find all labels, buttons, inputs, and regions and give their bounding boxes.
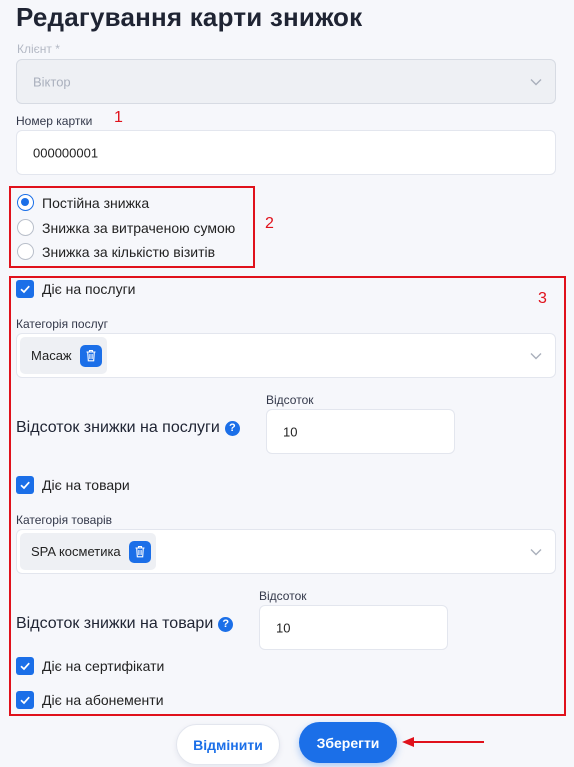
goods-percent-label: Відсоток [259,589,307,603]
chevron-down-icon [530,548,542,555]
client-label: Клієнт * [17,42,60,56]
goods-checkbox[interactable]: Діє на товари [16,476,130,494]
radio-permanent-label: Постійна знижка [42,194,150,211]
services-chip-label: Масаж [31,348,72,363]
goods-percent-input[interactable]: 10 [259,605,448,650]
radio-by-visits[interactable]: Знижка за кількістю візитів [17,243,215,260]
goods-percent-title: Відсоток знижки на товари ? [16,615,234,633]
services-checkbox-label: Діє на послуги [42,281,136,297]
annotation-2: 2 [265,215,274,232]
cancel-button[interactable]: Відмінити [176,724,280,765]
arrow-left-icon [402,737,484,747]
certificates-checkbox-label: Діє на сертифікати [42,658,165,674]
radio-permanent[interactable]: Постійна знижка [17,194,149,211]
goods-percent-title-text: Відсоток знижки на товари [16,615,214,632]
card-number-value: 000000001 [33,145,99,160]
services-percent-value: 10 [283,424,298,439]
card-number-input[interactable]: 000000001 [16,130,556,175]
chevron-down-icon [530,352,542,359]
page-title: Редагування карти знижок [16,2,363,32]
annotation-3: 3 [538,290,547,307]
services-checkbox[interactable]: Діє на послуги [16,280,136,298]
check-icon [20,285,30,294]
goods-checkbox-control[interactable] [16,476,34,494]
client-select[interactable]: Віктор [16,59,556,104]
radio-by-visits-control[interactable] [17,243,34,260]
subscriptions-checkbox[interactable]: Діє на абонементи [16,691,164,709]
question-icon[interactable]: ? [224,420,240,436]
radio-permanent-control[interactable] [17,194,34,211]
certificates-checkbox-control[interactable] [16,657,34,675]
trash-icon[interactable] [79,344,102,367]
certificates-checkbox[interactable]: Діє на сертифікати [16,657,164,675]
check-icon [20,662,30,671]
question-icon[interactable]: ? [218,616,234,632]
services-category-select[interactable]: Масаж [16,333,556,378]
services-category-label: Категорія послуг [16,317,108,331]
goods-checkbox-label: Діє на товари [42,477,130,493]
goods-category-label: Категорія товарів [16,513,113,527]
goods-chip-label: SPA косметика [31,544,121,559]
goods-percent-value: 10 [276,620,291,635]
subscriptions-checkbox-control[interactable] [16,691,34,709]
trash-icon[interactable] [128,540,151,563]
goods-chip: SPA косметика [20,533,156,570]
radio-by-amount-label: Знижка за витраченою сумою [42,219,236,236]
services-percent-title: Відсоток знижки на послуги ? [16,419,240,437]
client-value: Віктор [33,74,71,89]
services-chip: Масаж [20,337,107,374]
annotation-1: 1 [114,109,123,126]
card-number-label: Номер картки [16,114,93,128]
radio-by-amount-control[interactable] [17,219,34,236]
services-checkbox-control[interactable] [16,280,34,298]
services-percent-input[interactable]: 10 [266,409,455,454]
services-percent-label: Відсоток [266,393,314,407]
chevron-down-icon [530,78,542,85]
save-button[interactable]: Зберегти [299,722,397,763]
goods-category-select[interactable]: SPA косметика [16,529,556,574]
subscriptions-checkbox-label: Діє на абонементи [42,692,164,708]
check-icon [20,696,30,705]
check-icon [20,481,30,490]
radio-by-visits-label: Знижка за кількістю візитів [42,243,216,260]
services-percent-title-text: Відсоток знижки на послуги [16,419,220,436]
radio-by-amount[interactable]: Знижка за витраченою сумою [17,219,235,236]
